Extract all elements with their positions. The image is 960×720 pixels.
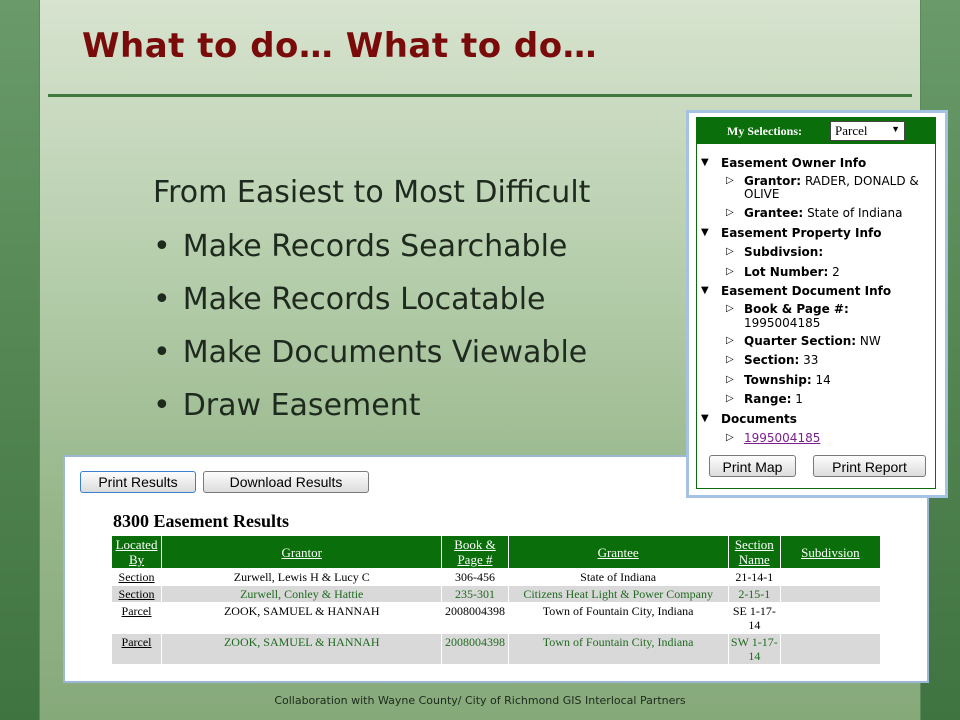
collapsed-triangle-icon: ▷ (726, 175, 734, 186)
intro-text: From Easiest to Most Difficult (153, 175, 591, 210)
grantor-cell: ZOOK, SAMUEL & HANNAH (161, 633, 443, 665)
bullet-item: Draw Easement (153, 388, 587, 441)
book-page-cell: 235-301 (441, 585, 509, 603)
print-report-button[interactable]: Print Report (813, 455, 926, 477)
title-divider (48, 94, 912, 97)
column-header-subdivision[interactable]: Subdivsion (779, 535, 882, 569)
grantor-cell: Zurwell, Lewis H & Lucy C (161, 568, 443, 586)
selection-type-dropdown[interactable]: Parcel ▼ (830, 121, 905, 141)
my-selections-panel: My Selections: Parcel ▼ ▼ Easement Owner… (686, 110, 948, 498)
expanded-triangle-icon: ▼ (701, 285, 709, 296)
book-page-cell: 2008004398 (441, 602, 509, 634)
results-table: Located By Grantor Book & Page # Grantee… (110, 535, 882, 665)
located-by-link[interactable]: Parcel (110, 602, 163, 634)
collapsed-triangle-icon: ▷ (726, 374, 734, 385)
download-results-button[interactable]: Download Results (203, 471, 369, 493)
book-page-cell: 2008004398 (441, 633, 509, 665)
bullet-item: Make Documents Viewable (153, 335, 588, 388)
bullet-item: Make Records Searchable (153, 229, 587, 282)
table-row[interactable]: Section Zurwell, Lewis H & Lucy C 306-45… (110, 568, 882, 586)
chevron-down-icon: ▼ (891, 124, 900, 134)
subdivision-cell (779, 602, 882, 634)
grantee-cell: Citizens Heat Light & Power Company (507, 585, 729, 603)
bullet-item: Make Records Locatable (153, 282, 587, 335)
dropdown-value: Parcel (835, 123, 868, 138)
table-row[interactable]: Parcel ZOOK, SAMUEL & HANNAH 2008004398 … (110, 633, 882, 665)
print-results-button[interactable]: Print Results (80, 471, 196, 493)
collapsed-triangle-icon: ▷ (726, 354, 734, 365)
column-header-grantor[interactable]: Grantor (161, 535, 443, 569)
collapsed-triangle-icon: ▷ (726, 266, 734, 277)
collapsed-triangle-icon: ▷ (726, 393, 734, 404)
expanded-triangle-icon: ▼ (701, 413, 709, 424)
selections-header: My Selections: Parcel ▼ (697, 118, 935, 144)
table-row[interactable]: Section Zurwell, Conley & Hattie 235-301… (110, 585, 882, 603)
table-header-row: Located By Grantor Book & Page # Grantee… (110, 535, 882, 569)
section-name-cell: SW 1-17-14 (727, 633, 781, 665)
selections-header-label: My Selections: (727, 124, 802, 138)
collapsed-triangle-icon: ▷ (726, 335, 734, 346)
book-page-cell: 306-456 (441, 568, 509, 586)
section-name-cell: 21-14-1 (727, 568, 781, 586)
collapsed-triangle-icon: ▷ (726, 432, 734, 443)
collapsed-triangle-icon: ▷ (726, 207, 734, 218)
subdivision-cell (779, 633, 882, 665)
expanded-triangle-icon: ▼ (701, 227, 709, 238)
grantor-cell: Zurwell, Conley & Hattie (161, 585, 443, 603)
located-by-link[interactable]: Parcel (110, 633, 163, 665)
print-map-button[interactable]: Print Map (709, 455, 796, 477)
section-name-cell: SE 1-17-14 (727, 602, 781, 634)
collapsed-triangle-icon: ▷ (726, 246, 734, 257)
column-header-section-name[interactable]: Section Name (727, 535, 781, 569)
grantor-cell: ZOOK, SAMUEL & HANNAH (161, 602, 443, 634)
grantee-cell: Town of Fountain City, Indiana (507, 602, 729, 634)
document-link[interactable]: 1995004185 (744, 431, 820, 445)
section-name-cell: 2-15-1 (727, 585, 781, 603)
bullet-list: Make Records Searchable Make Records Loc… (153, 229, 588, 441)
column-header-located-by[interactable]: Located By (110, 535, 163, 569)
column-header-grantee[interactable]: Grantee (507, 535, 729, 569)
grantee-cell: State of Indiana (507, 568, 729, 586)
subdivision-cell (779, 585, 882, 603)
selections-frame: My Selections: Parcel ▼ ▼ Easement Owner… (696, 117, 936, 489)
column-header-book-page[interactable]: Book & Page # (441, 535, 509, 569)
table-row[interactable]: Parcel ZOOK, SAMUEL & HANNAH 2008004398 … (110, 602, 882, 634)
located-by-link[interactable]: Section (110, 568, 163, 586)
subdivision-cell (779, 568, 882, 586)
located-by-link[interactable]: Section (110, 585, 163, 603)
grantee-cell: Town of Fountain City, Indiana (507, 633, 729, 665)
expanded-triangle-icon: ▼ (701, 157, 709, 168)
slide-title: What to do… What to do… (82, 26, 598, 66)
results-title: 8300 Easement Results (113, 511, 289, 531)
slide-footer: Collaboration with Wayne County/ City of… (274, 694, 686, 707)
collapsed-triangle-icon: ▷ (726, 303, 734, 314)
